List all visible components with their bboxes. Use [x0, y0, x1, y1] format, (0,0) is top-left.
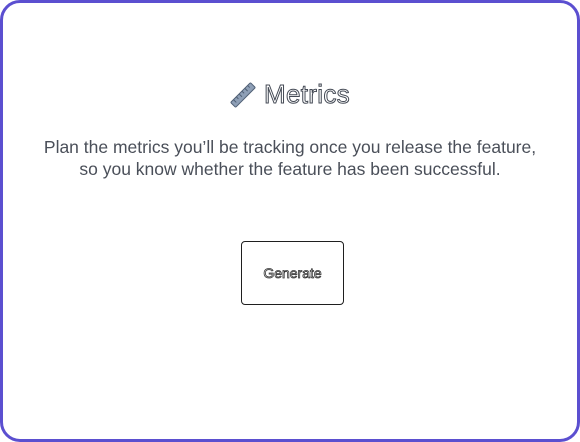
ruler-icon [230, 82, 256, 108]
generate-button-label: Generate [263, 265, 322, 282]
generate-button[interactable]: Generate [241, 241, 344, 305]
metrics-card: Metrics Plan the metrics you’ll be track… [0, 0, 580, 442]
title-row: Metrics [3, 79, 577, 110]
page-title: Metrics [264, 79, 351, 110]
description-text: Plan the metrics you’ll be tracking once… [43, 137, 537, 179]
